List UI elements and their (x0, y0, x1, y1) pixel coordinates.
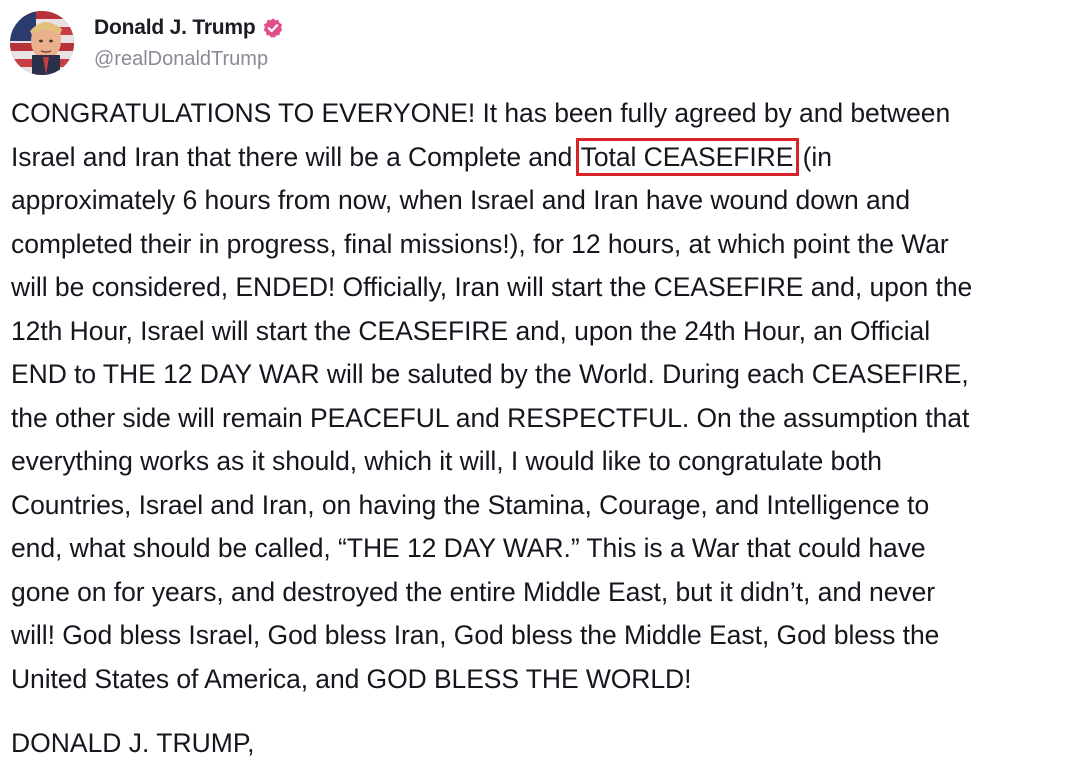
avatar[interactable] (10, 11, 74, 75)
verified-badge-icon (262, 17, 284, 39)
post-line-8: the other side will remain PEACEFUL and … (11, 402, 970, 433)
post-line-5: will be considered, ENDED! Officially, I… (11, 272, 973, 302)
post-line-2: Israel and Iran that there will be a Com… (11, 136, 1073, 180)
display-name-row: Donald J. Trump (94, 12, 284, 44)
post-line-2-end: (in (795, 141, 832, 172)
post-signature: DONALD J. TRUMP, (11, 728, 255, 758)
profile-photo-icon (10, 11, 74, 75)
post-line-9: everything works as it should, which it … (11, 446, 882, 476)
post-line-6: 12th Hour, Israel will start the CEASEFI… (11, 315, 931, 346)
post-line-11: end, what should be called, “THE 12 DAY … (11, 533, 926, 563)
highlighted-phrase: Total CEASEFIRE (575, 137, 800, 176)
post-line-2-start: Israel and Iran that there will be a Com… (11, 141, 580, 172)
account-handle[interactable]: @realDonaldTrump (94, 44, 284, 74)
post-line-1: CONGRATULATIONS TO EVERYONE! It has been… (11, 98, 951, 128)
post-line-12: gone on for years, and destroyed the ent… (11, 576, 936, 607)
post-line-3: approximately 6 hours from now, when Isr… (11, 185, 911, 215)
post-line-14: United States of America, and GOD BLESS … (11, 663, 692, 694)
post-body: CONGRATULATIONS TO EVERYONE! It has been… (11, 92, 1073, 701)
post-line-7: END to THE 12 DAY WAR will be saluted by… (11, 359, 969, 389)
post-line-4: completed their in progress, final missi… (11, 228, 949, 259)
post-line-10: Countries, Israel and Iran, on having th… (11, 489, 930, 520)
display-name[interactable]: Donald J. Trump (94, 16, 256, 40)
account-names: Donald J. Trump @realDonaldTrump (94, 12, 284, 74)
social-post: Donald J. Trump @realDonaldTrump CONGRAT… (0, 0, 1080, 764)
post-header: Donald J. Trump @realDonaldTrump (10, 10, 284, 76)
post-line-13: will! God bless Israel, God bless Iran, … (11, 620, 940, 650)
